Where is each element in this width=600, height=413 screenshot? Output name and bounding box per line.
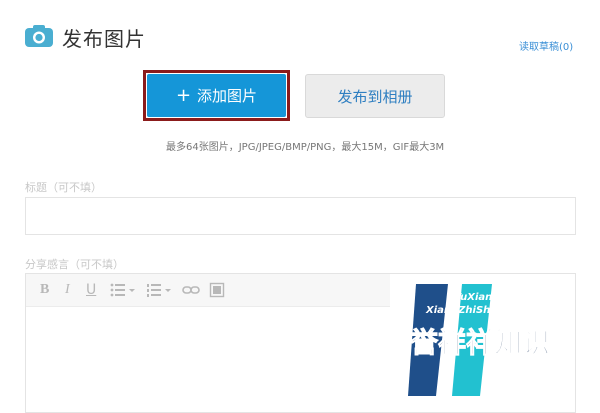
read-draft-link[interactable]: 读取草稿(0) xyxy=(519,38,573,53)
content-optional-note: （可不填） xyxy=(69,258,124,271)
upload-hint: 最多64张图片，JPG/JPEG/BMP/PNG，最大15M，GIF最大3M xyxy=(166,142,445,153)
link-icon[interactable] xyxy=(182,282,200,298)
italic-icon[interactable]: I xyxy=(65,282,70,298)
bold-icon[interactable]: B xyxy=(40,282,49,298)
publish-to-album-button[interactable]: 发布到相册 xyxy=(305,74,445,118)
underline-icon[interactable]: U xyxy=(86,282,96,298)
content-label-text: 分享感言 xyxy=(25,258,69,271)
watermark-chars: 誉祥祥知识 xyxy=(410,326,550,359)
content-label: 分享感言（可不填） xyxy=(25,256,124,272)
camera-icon xyxy=(25,25,53,47)
editor-toolbar: B I U xyxy=(26,274,390,307)
numbered-list-icon[interactable] xyxy=(146,282,172,298)
add-image-label: 添加图片 xyxy=(197,87,258,105)
add-image-button[interactable]: + 添加图片 xyxy=(147,74,286,117)
title-input[interactable] xyxy=(25,197,576,235)
watermark-line1: YuXiang xyxy=(454,292,499,303)
image-icon[interactable] xyxy=(209,282,225,298)
watermark-line2: XiangZhiShi xyxy=(425,305,494,316)
title-label-text: 标题 xyxy=(25,181,47,194)
title-optional-note: （可不填） xyxy=(47,181,102,194)
bullet-list-icon[interactable] xyxy=(110,282,136,298)
plus-icon: + xyxy=(175,84,192,106)
title-label: 标题（可不填） xyxy=(25,179,102,195)
watermark-logo: YuXiang XiangZhiShi 誉祥祥知识 xyxy=(408,284,551,396)
page-title: 发布图片 xyxy=(62,27,146,51)
publish-label: 发布到相册 xyxy=(337,87,413,106)
